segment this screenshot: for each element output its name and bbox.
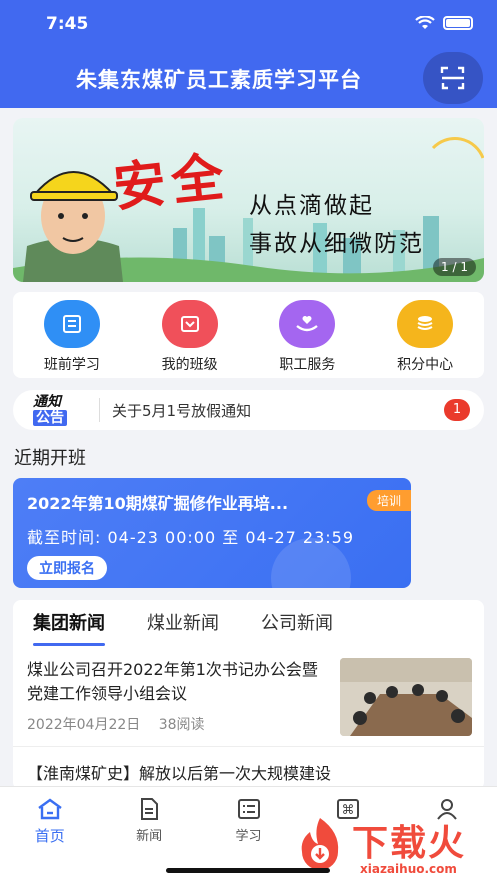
news-panel: 集团新闻 煤业新闻 公司新闻 煤业公司召开2022年第1次书记办公会暨党建工作领…	[13, 600, 484, 790]
scan-icon	[440, 66, 465, 90]
scan-button[interactable]	[423, 52, 483, 104]
tab-coal-industry-news[interactable]: 煤业新闻	[147, 600, 219, 648]
class-card-title: 2022年第10期煤矿掘修作业再培...	[27, 494, 289, 513]
banner-carousel[interactable]: 安全 从点滴做起 事故从细微防范 1 / 1	[13, 118, 484, 282]
tab-company-news[interactable]: 公司新闻	[261, 600, 333, 648]
class-icon	[161, 300, 218, 348]
news-read-count: 38阅读	[158, 717, 205, 733]
coins-icon	[397, 300, 454, 348]
battery-icon	[443, 16, 473, 30]
notice-divider	[99, 398, 100, 422]
quick-item-my-class[interactable]: 我的班级	[131, 292, 249, 378]
wifi-icon	[415, 16, 435, 29]
quick-item-pre-shift-study[interactable]: 班前学习	[13, 292, 131, 378]
quick-item-label: 积分中心	[397, 357, 454, 373]
notice-count-badge: 1	[444, 399, 470, 421]
banner-slogan-big: 安全	[110, 146, 233, 219]
calendar-icon	[43, 300, 100, 348]
watermark-url: xiazaihuo.com	[360, 862, 457, 876]
news-meta: 2022年04月22日 38阅读	[27, 714, 219, 734]
app-header: 7:45 朱集东煤矿员工素质学习平台	[0, 0, 497, 108]
quick-item-points-center[interactable]: 积分中心	[366, 292, 484, 378]
home-indicator	[166, 868, 330, 873]
class-card[interactable]: 2022年第10期煤矿掘修作业再培... 培训 截至时间: 04-23 00:0…	[13, 478, 411, 588]
nav-label: 首页	[34, 827, 65, 845]
notice-tag-line1: 通知	[33, 394, 61, 410]
banner-page-indicator: 1 / 1	[433, 258, 476, 276]
quick-item-label: 我的班级	[161, 357, 218, 373]
watermark-text: 下载火	[352, 823, 467, 864]
home-icon	[37, 798, 62, 820]
banner-line1: 从点滴做起	[249, 193, 374, 219]
quick-item-label: 职工服务	[279, 357, 336, 373]
document-icon	[141, 798, 159, 820]
quick-item-label: 班前学习	[43, 357, 100, 373]
news-thumbnail	[340, 658, 472, 736]
quick-item-staff-service[interactable]: 职工服务	[249, 292, 367, 378]
enroll-button[interactable]: 立即报名	[27, 556, 107, 580]
class-type-badge: 培训	[366, 490, 411, 511]
status-icons	[415, 16, 473, 30]
news-date: 2022年04月22日	[27, 717, 141, 733]
news-divider	[13, 746, 484, 747]
hands-heart-icon	[279, 300, 336, 348]
notice-tag-line2: 公告	[33, 410, 67, 426]
quick-actions: 班前学习 我的班级 职工服务 积分中心	[13, 292, 484, 378]
nav-home[interactable]: 首页	[0, 787, 99, 883]
list-icon	[237, 799, 260, 819]
news-tabs: 集团新闻 煤业新闻 公司新闻	[13, 600, 484, 648]
news-list-item[interactable]: 【淮南煤矿史】解放以后第一次大规模建设	[27, 760, 331, 784]
notice-text[interactable]: 关于5月1号放假通知	[112, 400, 444, 421]
notice-bar[interactable]: 通知 公告 关于5月1号放假通知 1	[13, 390, 484, 430]
nav-label: 新闻	[136, 829, 163, 844]
app-title: 朱集东煤矿员工素质学习平台	[76, 68, 362, 92]
news-title: 煤业公司召开2022年第1次书记办公会暨党建工作领导小组会议	[27, 660, 318, 703]
status-time: 7:45	[46, 14, 89, 34]
news-list-item[interactable]: 煤业公司召开2022年第1次书记办公会暨党建工作领导小组会议 2022年04月2…	[27, 658, 472, 740]
download-fire-icon	[301, 818, 339, 870]
nav-label: 学习	[235, 829, 262, 844]
section-title-recent-classes: 近期开班	[14, 448, 86, 469]
notice-tag: 通知 公告	[33, 394, 91, 426]
banner-line2: 事故从细微防范	[249, 231, 424, 257]
class-card-time: 截至时间: 04-23 00:00 至 04-27 23:59	[27, 528, 355, 547]
tab-group-news[interactable]: 集团新闻	[33, 600, 105, 648]
